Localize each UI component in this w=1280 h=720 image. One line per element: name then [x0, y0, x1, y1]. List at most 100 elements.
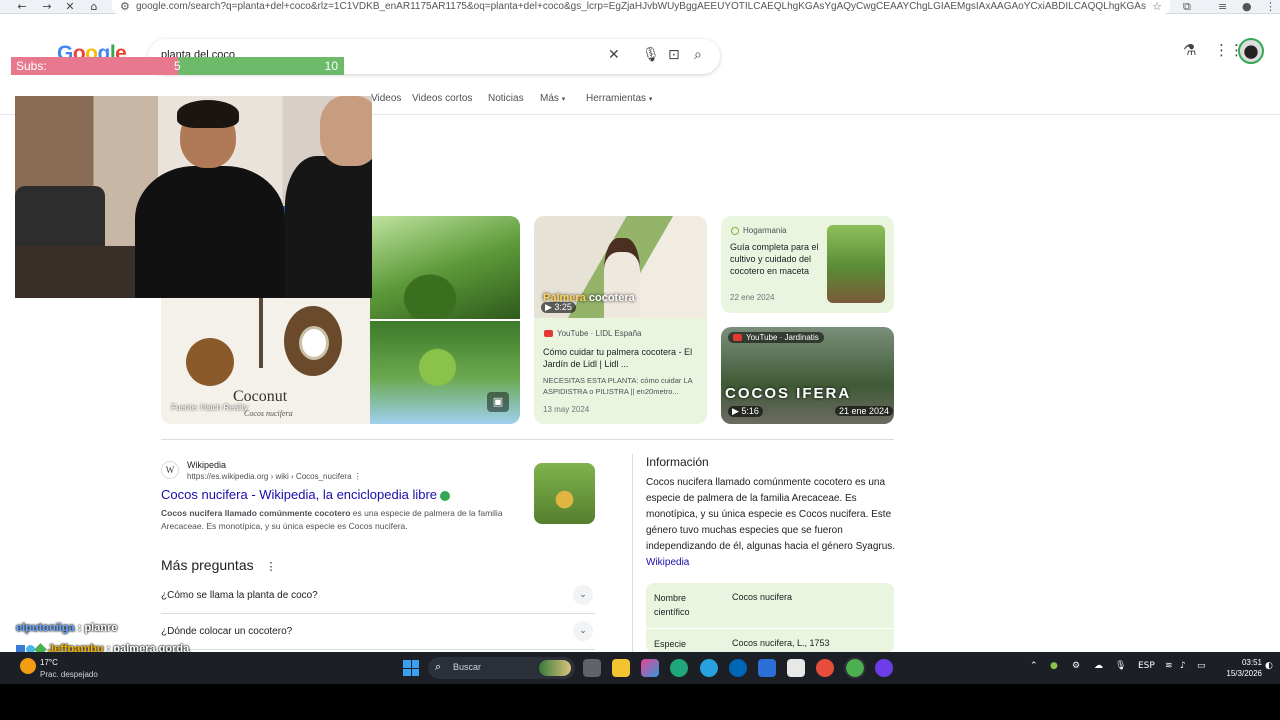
image-gallery-icon[interactable]: ▣ [487, 392, 509, 412]
stop-icon[interactable]: ✕ [63, 0, 77, 14]
video-duration: ▶ 3:25 [541, 302, 576, 313]
clear-icon[interactable]: ✕ [608, 47, 620, 63]
result-snippet: Cocos nucifera llamado comúnmente cocote… [161, 507, 521, 533]
more-options-icon[interactable]: ⋮ [354, 472, 362, 481]
video-source: YouTube · Jardinatis [728, 332, 824, 343]
video-description: NECESITAS ESTA PLANTA: cómo cuidar LA AS… [543, 376, 693, 396]
coconut-drawing [186, 338, 234, 386]
profile-icon[interactable]: ● [1242, 0, 1252, 13]
copilot-icon[interactable] [641, 659, 659, 677]
clock-date: 15/3/2026 [1226, 669, 1262, 678]
panel-text: Cocos nucifera llamado comúnmente cocote… [646, 477, 896, 552]
more-options-icon[interactable]: ⋮ [266, 561, 277, 573]
paa-question[interactable]: ¿Cómo se llama la planta de coco? ⌄ [161, 580, 595, 614]
webcam-person-2-head [320, 96, 372, 166]
coconut-illustration[interactable]: Coconut Cocos nucifera Fuente: Hatch Rea… [161, 298, 370, 424]
browser-toolbar: ← → ✕ ⌂ ⚙ google.com/search?q=planta+del… [0, 0, 1280, 14]
table-divider [646, 628, 894, 629]
home-icon[interactable]: ⌂ [87, 0, 101, 14]
article-card-hogarmania[interactable]: Hogarmania Guía completa para el cultivo… [721, 216, 894, 313]
obs-icon[interactable] [816, 659, 834, 677]
chrome-active-icon[interactable] [844, 657, 866, 679]
site-info-icon[interactable]: ⚙ [120, 0, 130, 13]
subs-label: Subs: [16, 59, 47, 73]
chevron-down-icon: ▾ [561, 96, 566, 103]
wikipedia-link[interactable]: Wikipedia [646, 557, 689, 568]
image-source: Fuente: Hatch Reality [171, 403, 248, 412]
file-explorer-icon[interactable] [612, 659, 630, 677]
microphone-icon[interactable]: 🎙 [1115, 661, 1126, 671]
menu-icon[interactable]: ⋮ [1265, 0, 1276, 13]
back-icon[interactable]: ← [15, 0, 29, 14]
youtube-icon [544, 330, 553, 338]
video-date: 21 ene 2024 [835, 406, 894, 416]
tab-herramientas[interactable]: Herramientas ▾ [586, 93, 652, 104]
chat-separator: : [74, 622, 85, 634]
fact-value: Cocos nucifera, L., 1753 [732, 638, 830, 648]
duration-text: 5:16 [741, 406, 759, 416]
tab-herramientas-label: Herramientas [586, 93, 647, 104]
weather-temp: 17°C [40, 658, 58, 667]
webcam-overlay [15, 96, 372, 298]
volume-icon[interactable]: ♪ [1180, 661, 1186, 671]
battery-icon[interactable]: ▭ [1197, 661, 1206, 671]
onedrive-icon[interactable]: ☁ [1094, 661, 1103, 671]
tab-noticias[interactable]: Noticias [488, 93, 524, 104]
paa-question-text: ¿Cómo se llama la planta de coco? [161, 590, 318, 601]
windows-start-icon[interactable] [403, 660, 419, 676]
task-view-icon[interactable] [583, 659, 601, 677]
thumbnail-title-word-2: cocotera [588, 292, 635, 304]
search-icon[interactable]: ⌕ [694, 47, 702, 63]
address-bar[interactable]: ⚙ google.com/search?q=planta+del+coco&rl… [112, 0, 1170, 14]
clock[interactable]: 03:51 15/3/2026 [1222, 657, 1262, 679]
tray-app-icon[interactable]: ● [1050, 661, 1058, 671]
tray-app-icon[interactable]: ⚙ [1072, 661, 1080, 671]
article-title[interactable]: Guía completa para el cultivo y cuidado … [730, 241, 822, 277]
video-card-jardinatis[interactable]: YouTube · Jardinatis COCOS IFERA ▶ 5:16 … [721, 327, 894, 424]
paa-question[interactable]: ¿Dónde colocar un cocotero? ⌄ [161, 616, 595, 650]
video-date: 13 may 2024 [543, 405, 590, 414]
hp-icon[interactable] [729, 659, 747, 677]
palm-image-1[interactable] [370, 216, 520, 319]
lens-icon[interactable]: ⊡ [668, 47, 680, 63]
app-icon[interactable] [875, 659, 893, 677]
chevron-down-icon[interactable]: ⌄ [573, 621, 593, 641]
video-title[interactable]: Cómo cuidar tu palmera cocotera - El Jar… [543, 346, 701, 370]
site-favicon-icon [731, 226, 739, 235]
tab-mas[interactable]: Más ▾ [540, 93, 565, 104]
chrome-icon[interactable] [700, 659, 718, 677]
labs-flask-icon[interactable]: ⚗ [1183, 41, 1196, 59]
video-card-lidl[interactable]: Palmera cocotera ▶ 3:25 YouTube · LIDL E… [534, 216, 707, 424]
forward-icon[interactable]: → [40, 0, 54, 14]
subs-goal-bar: Subs: 5 10 [11, 57, 344, 75]
thumbnail-person [604, 238, 640, 318]
tab-videos[interactable]: Videos [371, 93, 401, 104]
chat-message: elputoniiga : planre [16, 622, 117, 634]
extensions-icon[interactable]: ⧉ [1183, 0, 1191, 13]
store-icon[interactable] [787, 659, 805, 677]
result-site-name[interactable]: Wikipedia [187, 460, 226, 470]
notification-icon[interactable]: ◐ [1265, 661, 1273, 671]
wikipedia-icon: W [161, 461, 179, 479]
reading-list-icon[interactable]: ≡ [1218, 0, 1227, 13]
wifi-icon[interactable]: ≋ [1165, 661, 1173, 671]
result-title[interactable]: Cocos nucifera - Wikipedia, la enciclope… [161, 487, 451, 502]
chevron-up-icon[interactable]: ⌃ [1030, 661, 1038, 671]
section-divider [161, 439, 894, 440]
paa-title-text: Más preguntas [161, 557, 254, 573]
tab-videos-cortos[interactable]: Videos cortos [412, 93, 472, 104]
result-url[interactable]: https://es.wikipedia.org › wiki › Cocos_… [187, 472, 362, 481]
mail-icon[interactable] [758, 659, 776, 677]
avatar[interactable] [1238, 38, 1264, 64]
language-indicator[interactable]: ESP [1138, 661, 1155, 671]
youtube-icon [733, 334, 742, 342]
edge-icon[interactable] [670, 659, 688, 677]
webcam-person-2 [285, 156, 372, 298]
webcam-person-1-hair [177, 100, 239, 128]
chevron-down-icon[interactable]: ⌄ [573, 585, 593, 605]
bookmark-star-icon[interactable]: ☆ [1152, 0, 1162, 13]
webcam-person-1 [135, 166, 285, 298]
result-thumbnail[interactable] [534, 463, 595, 524]
taskbar-search[interactable]: ⌕ Buscar [428, 657, 575, 679]
microphone-icon[interactable]: 🎙 [642, 47, 660, 63]
